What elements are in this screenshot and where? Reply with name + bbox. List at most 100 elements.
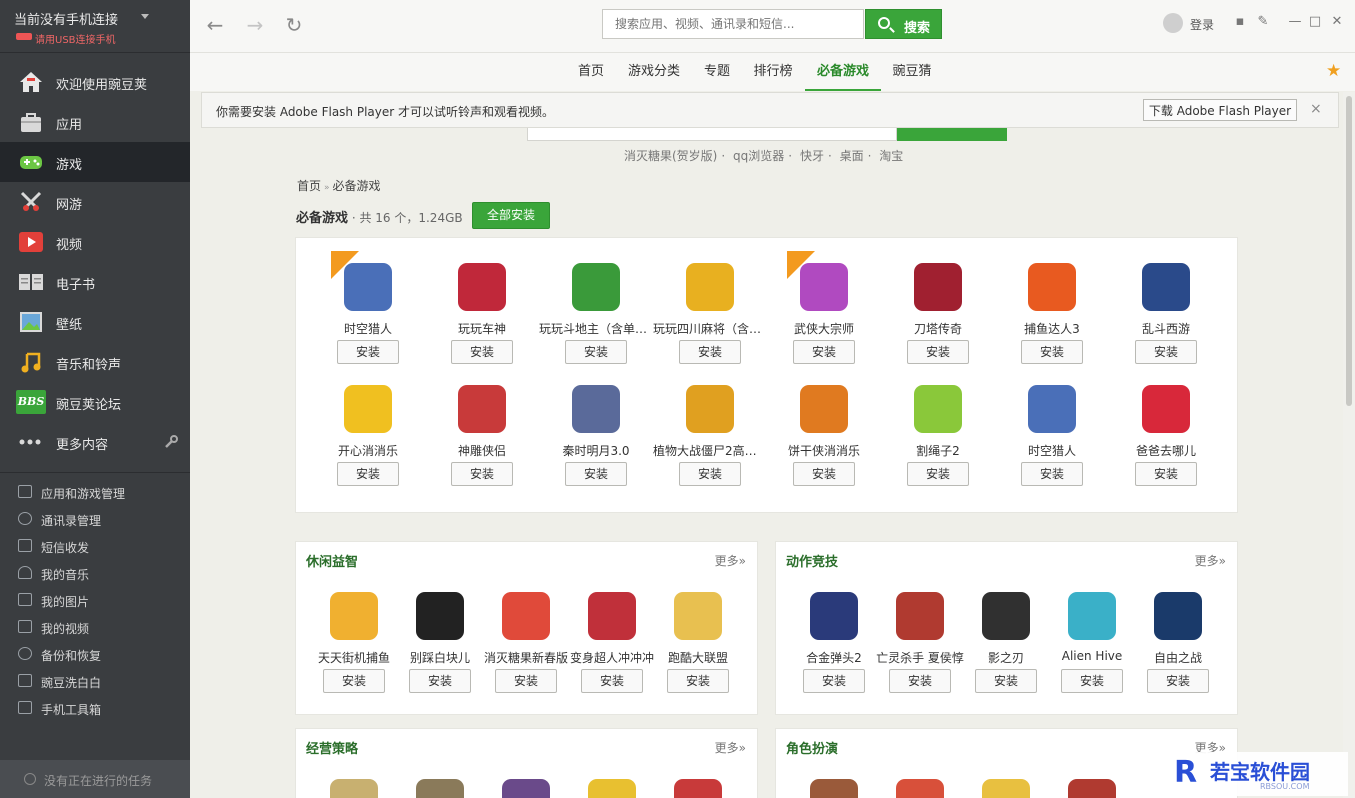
app-icon[interactable] <box>416 592 464 640</box>
connection-status[interactable]: 当前没有手机连接 请用USB连接手机 <box>0 0 190 53</box>
install-button[interactable]: 安装 <box>667 669 729 693</box>
task-status-bar[interactable]: 没有正在进行的任务 <box>0 760 190 798</box>
forward-arrow-icon[interactable]: → <box>244 14 266 36</box>
app-icon[interactable] <box>1142 385 1190 433</box>
wrench-icon[interactable] <box>164 435 178 449</box>
tool-videos[interactable]: 我的视频 <box>0 614 190 641</box>
search-box[interactable] <box>602 9 864 39</box>
install-button[interactable]: 安装 <box>1061 669 1123 693</box>
app-icon[interactable] <box>674 592 722 640</box>
content-search-input[interactable] <box>527 128 897 141</box>
scrollbar-thumb[interactable] <box>1346 96 1352 406</box>
tool-music[interactable]: 我的音乐 <box>0 560 190 587</box>
featured-app[interactable]: 开心消消乐 安装 <box>311 385 425 495</box>
install-button[interactable]: 安装 <box>1135 462 1197 486</box>
app-icon[interactable] <box>810 592 858 640</box>
tool-photos[interactable]: 我的图片 <box>0 587 190 614</box>
close-notice-icon[interactable]: × <box>1310 101 1322 117</box>
install-button[interactable]: 安装 <box>889 669 951 693</box>
install-button[interactable]: 安装 <box>803 669 865 693</box>
install-button[interactable]: 安装 <box>1021 340 1083 364</box>
nav-item-online-games[interactable]: 网游 <box>0 182 190 222</box>
app-name[interactable]: 时空猎人 <box>311 320 425 337</box>
category-app[interactable]: 别踩白块儿 安装 <box>397 592 483 702</box>
tab-topics[interactable]: 专题 <box>698 53 736 91</box>
app-icon[interactable] <box>674 779 722 798</box>
nav-item-video[interactable]: 视频 <box>0 222 190 262</box>
install-button[interactable]: 安装 <box>1135 340 1197 364</box>
app-icon[interactable] <box>686 263 734 311</box>
app-icon[interactable] <box>1028 263 1076 311</box>
tool-clean[interactable]: 豌豆洗白白 <box>0 668 190 695</box>
nav-item-home[interactable]: 欢迎使用豌豆荚 <box>0 62 190 102</box>
tab-wandoujia-guess[interactable]: 豌豆猜 <box>889 53 935 91</box>
featured-app[interactable]: 爸爸去哪儿 安装 <box>1109 385 1223 495</box>
category-app[interactable]: 自由之战 安装 <box>1135 592 1221 702</box>
app-name[interactable]: 玩玩斗地主（含单机） <box>539 320 653 337</box>
install-button[interactable]: 安装 <box>907 340 969 364</box>
featured-app[interactable]: 植物大战僵尸2高清版 安装 <box>653 385 767 495</box>
app-icon[interactable] <box>330 592 378 640</box>
category-app[interactable]: 亡灵杀手 夏侯惇 安装 <box>876 592 964 702</box>
tool-app-management[interactable]: 应用和游戏管理 <box>0 479 190 506</box>
nav-item-games[interactable]: 游戏 <box>0 142 190 182</box>
featured-app[interactable]: 刀塔传奇 安装 <box>881 263 995 373</box>
app-icon[interactable] <box>1142 263 1190 311</box>
more-link[interactable]: 更多» <box>715 552 746 569</box>
app-name[interactable]: 变身超人冲冲冲 <box>565 649 659 666</box>
app-name[interactable]: 割绳子2 <box>881 442 995 459</box>
nav-item-forum[interactable]: BBS 豌豆荚论坛 <box>0 382 190 422</box>
install-button[interactable]: 安装 <box>975 669 1037 693</box>
install-button[interactable]: 安装 <box>565 340 627 364</box>
hot-word[interactable]: 消灭糖果(贺岁版) <box>624 149 717 163</box>
app-icon[interactable] <box>588 779 636 798</box>
more-link[interactable]: 更多» <box>715 739 746 756</box>
featured-app[interactable]: 玩玩车神 安装 <box>425 263 539 373</box>
app-name[interactable]: 时空猎人 <box>995 442 1109 459</box>
app-name[interactable]: Alien Hive <box>1045 649 1139 663</box>
nav-item-wallpaper[interactable]: 壁纸 <box>0 302 190 342</box>
install-button[interactable]: 安装 <box>451 462 513 486</box>
app-icon[interactable] <box>1068 592 1116 640</box>
nav-item-apps[interactable]: 应用 <box>0 102 190 142</box>
category-app[interactable]: 消灭糖果新春版 安装 <box>483 592 569 702</box>
hot-word[interactable]: 快牙 <box>800 149 824 163</box>
scrollbar[interactable] <box>1343 92 1355 798</box>
hot-word[interactable]: qq浏览器 <box>733 149 784 163</box>
feedback-icon[interactable]: ▪ <box>1232 14 1248 30</box>
app-name[interactable]: 植物大战僵尸2高清版 <box>653 442 767 459</box>
minimize-icon[interactable]: — <box>1287 14 1303 30</box>
app-icon[interactable] <box>1068 779 1116 798</box>
app-icon[interactable] <box>982 779 1030 798</box>
install-button[interactable]: 安装 <box>409 669 471 693</box>
category-app[interactable]: 影之刃 安装 <box>963 592 1049 702</box>
nav-item-ebook[interactable]: 电子书 <box>0 262 190 302</box>
install-button[interactable]: 安装 <box>323 669 385 693</box>
app-name[interactable]: 开心消消乐 <box>311 442 425 459</box>
hot-word[interactable]: 桌面 <box>840 149 864 163</box>
app-icon[interactable] <box>914 263 962 311</box>
tool-sms[interactable]: 短信收发 <box>0 533 190 560</box>
featured-app[interactable]: 捕鱼达人3 安装 <box>995 263 1109 373</box>
install-all-button[interactable]: 全部安装 <box>472 202 550 229</box>
featured-app[interactable]: 饼干侠消消乐 安装 <box>767 385 881 495</box>
app-icon[interactable] <box>914 385 962 433</box>
app-icon[interactable] <box>572 263 620 311</box>
breadcrumb-home[interactable]: 首页 <box>297 179 321 193</box>
category-app[interactable]: 合金弹头2 安装 <box>791 592 877 702</box>
app-name[interactable]: 消灭糖果新春版 <box>479 649 573 666</box>
app-icon[interactable] <box>416 779 464 798</box>
featured-app[interactable]: 玩玩四川麻将（含单机） 安装 <box>653 263 767 373</box>
content-search-button[interactable] <box>897 128 1007 141</box>
close-icon[interactable]: ✕ <box>1329 14 1345 30</box>
install-button[interactable]: 安装 <box>337 462 399 486</box>
app-icon[interactable] <box>800 385 848 433</box>
nav-item-more[interactable]: 更多内容 <box>0 422 190 462</box>
featured-app[interactable]: 玩玩斗地主（含单机） 安装 <box>539 263 653 373</box>
search-button[interactable]: 搜索 <box>865 9 942 39</box>
app-icon[interactable] <box>588 592 636 640</box>
settings-wrench-icon[interactable]: ✎ <box>1255 14 1271 30</box>
category-app[interactable]: 变身超人冲冲冲 安装 <box>569 592 655 702</box>
featured-app[interactable]: 神雕侠侣 安装 <box>425 385 539 495</box>
download-flash-button[interactable]: 下载 Adobe Flash Player <box>1143 99 1297 121</box>
